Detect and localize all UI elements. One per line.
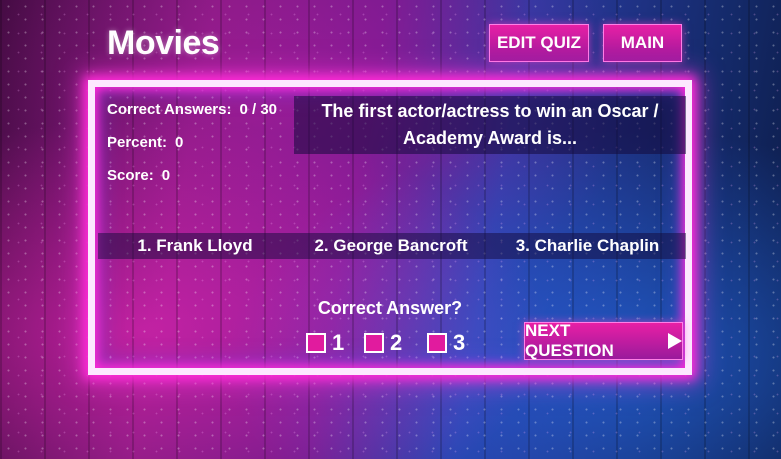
correct-answers-label: Correct Answers: bbox=[107, 101, 232, 118]
answer-choice-1[interactable]: 1 bbox=[306, 330, 344, 356]
score-stat: Score: 0 bbox=[107, 167, 170, 184]
checkbox-2[interactable] bbox=[364, 333, 384, 353]
checkbox-1-label: 1 bbox=[332, 330, 345, 355]
correct-answers-value: 0 / 30 bbox=[239, 101, 278, 118]
checkbox-3[interactable] bbox=[427, 333, 447, 353]
main-button[interactable]: MAIN bbox=[603, 24, 682, 62]
play-arrow-icon bbox=[668, 333, 682, 349]
checkbox-2-label: 2 bbox=[390, 330, 403, 355]
quiz-title: Movies bbox=[107, 24, 220, 62]
next-question-label: NEXT QUESTION bbox=[525, 321, 614, 360]
answer-choice-2[interactable]: 2 bbox=[364, 330, 402, 356]
correct-answer-prompt: Correct Answer? bbox=[317, 298, 463, 318]
next-question-button[interactable]: NEXT QUESTION bbox=[524, 321, 683, 360]
percent-label: Percent: bbox=[107, 134, 168, 151]
percent-value: 0 bbox=[175, 134, 184, 151]
percent-stat: Percent: 0 bbox=[107, 134, 183, 151]
answer-option-3: 3. Charlie Chaplin bbox=[515, 236, 660, 255]
edit-quiz-button[interactable]: EDIT QUIZ bbox=[489, 24, 589, 62]
score-label: Score: bbox=[107, 167, 154, 184]
score-value: 0 bbox=[161, 167, 171, 184]
answer-option-1: 1. Frank Lloyd bbox=[137, 236, 253, 255]
question-text: The first actor/actress to win an Oscar … bbox=[294, 96, 686, 154]
checkbox-1[interactable] bbox=[306, 333, 326, 353]
checkbox-3-label: 3 bbox=[453, 330, 466, 355]
answer-choice-3[interactable]: 3 bbox=[427, 330, 465, 356]
answer-option-2: 2. George Bancroft bbox=[314, 236, 468, 255]
correct-answers-stat: Correct Answers: 0 / 30 bbox=[107, 101, 277, 118]
